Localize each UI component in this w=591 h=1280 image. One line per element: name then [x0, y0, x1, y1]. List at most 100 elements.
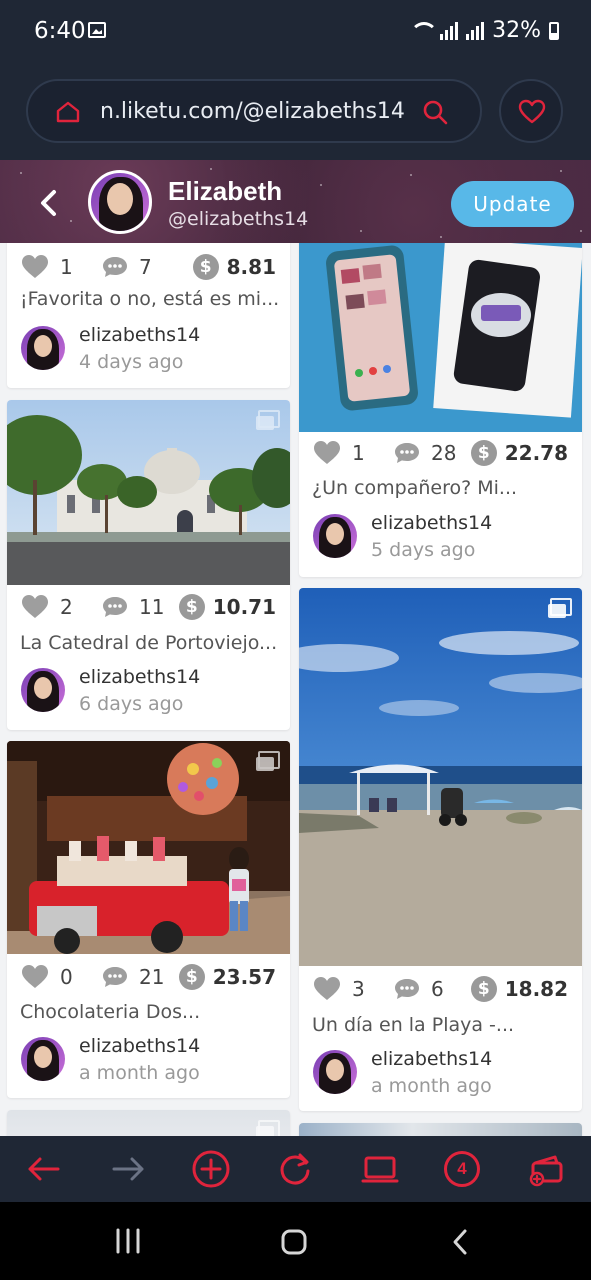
- reload-icon[interactable]: [275, 1149, 315, 1189]
- home-nav-icon[interactable]: [280, 1228, 308, 1256]
- like-count: 1: [352, 441, 365, 465]
- comment-count: 7: [139, 255, 152, 279]
- author-name: elizabeths14: [79, 666, 201, 688]
- like-count: 2: [60, 595, 73, 619]
- profile-name: Elizabeth: [168, 176, 283, 206]
- desktop-mode-icon[interactable]: [360, 1149, 400, 1189]
- android-nav-bar: [0, 1202, 591, 1280]
- update-button[interactable]: Update: [451, 181, 574, 227]
- post-stats: 3 6: [313, 974, 444, 1004]
- post-title[interactable]: Chocolateria Dos...: [20, 1001, 282, 1023]
- post-title[interactable]: ¡Favorita o no, está es mi...: [20, 288, 282, 310]
- back-nav-icon[interactable]: [450, 1228, 470, 1256]
- post-stats: 0 21: [21, 962, 164, 992]
- post-title[interactable]: ¿Un compañero? Mi...: [312, 477, 574, 499]
- author-name: elizabeths14: [371, 1048, 493, 1070]
- wifi-icon: [410, 21, 439, 40]
- post-image-chocolate-shop[interactable]: [7, 741, 290, 954]
- comment-count: 6: [431, 977, 444, 1001]
- battery-icon: [549, 21, 559, 40]
- recent-apps-icon[interactable]: [114, 1228, 142, 1254]
- like-icon[interactable]: [21, 254, 49, 280]
- like-icon[interactable]: [313, 976, 341, 1002]
- like-count: 0: [60, 965, 73, 989]
- dollar-icon: $: [470, 440, 497, 466]
- comment-icon[interactable]: [102, 965, 128, 989]
- comment-icon[interactable]: [394, 977, 420, 1001]
- post-card[interactable]: 1 28 $ 22.78 ¿Un compañero? Mi... elizab…: [299, 243, 582, 577]
- earnings-value: 8.81: [226, 255, 276, 279]
- post-time: 4 days ago: [79, 351, 184, 373]
- post-earnings: $ 10.71: [178, 592, 276, 622]
- post-card[interactable]: 1 7 $ 8.81 ¡Favorita o no, está es mi...…: [7, 243, 290, 388]
- status-time: 6:40: [34, 18, 86, 44]
- post-earnings: $ 23.57: [178, 962, 276, 992]
- address-bar[interactable]: n.liketu.com/@elizabeths14: [26, 79, 482, 143]
- multi-image-icon: [256, 751, 280, 771]
- dollar-icon: $: [178, 594, 205, 620]
- multi-image-icon: [548, 598, 572, 618]
- like-icon[interactable]: [21, 594, 49, 620]
- browser-address-area: n.liketu.com/@elizabeths14: [0, 62, 591, 160]
- post-card[interactable]: [299, 1123, 582, 1136]
- comment-count: 11: [139, 595, 165, 619]
- gallery-notification-icon: [88, 22, 106, 38]
- earnings-value: 18.82: [504, 977, 568, 1001]
- comment-icon[interactable]: [102, 595, 128, 619]
- post-earnings: $ 22.78: [470, 438, 568, 468]
- home-icon[interactable]: [56, 101, 80, 123]
- search-icon[interactable]: [422, 99, 448, 125]
- comment-count: 21: [139, 965, 165, 989]
- like-count: 3: [352, 977, 365, 1001]
- battery-percent: 32%: [492, 18, 541, 43]
- post-image[interactable]: [299, 1123, 582, 1136]
- wallet-icon[interactable]: [527, 1149, 567, 1189]
- post-title[interactable]: La Catedral de Portoviejo...: [20, 632, 282, 654]
- profile-header: Elizabeth @elizabeths14 Update: [0, 160, 591, 246]
- comment-icon[interactable]: [394, 441, 420, 465]
- post-stats: 1 7: [21, 252, 152, 282]
- back-arrow-icon[interactable]: [24, 1149, 64, 1189]
- post-stats: 2 11: [21, 592, 164, 622]
- post-image-phone-box[interactable]: [299, 243, 582, 432]
- profile-avatar[interactable]: [88, 170, 152, 234]
- post-time: 6 days ago: [79, 693, 184, 715]
- earnings-value: 22.78: [504, 441, 568, 465]
- comment-icon[interactable]: [102, 255, 128, 279]
- post-image-beach[interactable]: [299, 588, 582, 966]
- signal-icon-2: [466, 21, 485, 40]
- author-avatar: [21, 326, 65, 370]
- post-time: 5 days ago: [371, 539, 476, 561]
- like-icon[interactable]: [313, 440, 341, 466]
- url-text[interactable]: n.liketu.com/@elizabeths14: [100, 99, 405, 124]
- new-tab-plus-icon[interactable]: [191, 1149, 231, 1189]
- favorites-button[interactable]: [499, 79, 563, 143]
- multi-image-icon: [256, 1120, 280, 1136]
- post-title[interactable]: Un día en la Playa -...: [312, 1014, 574, 1036]
- author-avatar: [313, 1050, 357, 1094]
- multi-image-icon: [256, 410, 280, 430]
- like-count: 1: [60, 255, 73, 279]
- post-earnings: $ 8.81: [192, 252, 276, 282]
- dollar-icon: $: [470, 976, 497, 1002]
- earnings-value: 10.71: [212, 595, 276, 619]
- profile-handle: @elizabeths14: [168, 208, 309, 230]
- comment-count: 28: [431, 441, 457, 465]
- post-card[interactable]: 2 11 $ 10.71 La Catedral de Portoviejo..…: [7, 400, 290, 730]
- status-right: 32%: [410, 18, 559, 43]
- tab-count-button[interactable]: 4: [444, 1151, 480, 1187]
- post-card[interactable]: 0 21 $ 23.57 Chocolateria Dos... elizabe…: [7, 741, 290, 1098]
- post-image-cathedral[interactable]: [7, 400, 290, 585]
- post-card[interactable]: 3 6 $ 18.82 Un día en la Playa -... eliz…: [299, 588, 582, 1111]
- forward-arrow-icon[interactable]: [108, 1149, 148, 1189]
- post-image[interactable]: [7, 1110, 290, 1136]
- author-avatar: [21, 668, 65, 712]
- author-avatar: [313, 514, 357, 558]
- post-time: a month ago: [79, 1062, 200, 1084]
- post-card[interactable]: [7, 1110, 290, 1136]
- browser-toolbar: 4: [0, 1136, 591, 1202]
- like-icon[interactable]: [21, 964, 49, 990]
- back-chevron-icon[interactable]: [36, 188, 62, 218]
- heart-icon: [518, 99, 546, 124]
- signal-icon: [440, 21, 459, 40]
